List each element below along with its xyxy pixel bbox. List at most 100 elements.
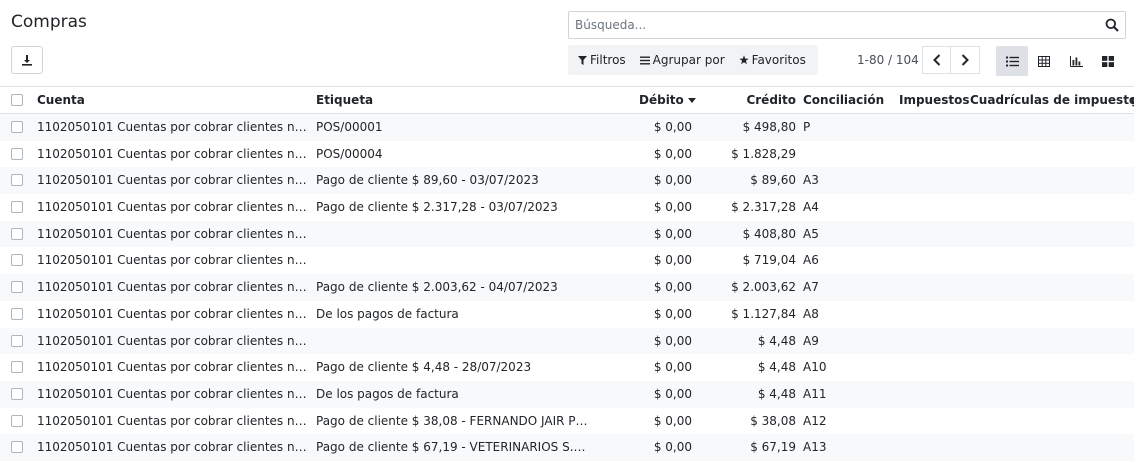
table-body: 1102050101 Cuentas por cobrar clientes n… bbox=[0, 114, 1134, 461]
cell-etiqueta: Pago de cliente $ 2.317,28 - 03/07/2023 bbox=[316, 200, 558, 215]
cell-debito: $ 0,00 bbox=[653, 360, 692, 375]
select-all-checkbox[interactable] bbox=[11, 94, 23, 106]
table-row[interactable]: 1102050101 Cuentas por cobrar clientes n… bbox=[0, 274, 1134, 301]
cell-conciliacion: A11 bbox=[803, 386, 827, 401]
cell-debito: $ 0,00 bbox=[653, 120, 692, 134]
pager-next-button[interactable] bbox=[951, 46, 980, 74]
table-row[interactable]: 1102050101 Cuentas por cobrar clientes n… bbox=[0, 408, 1134, 435]
cell-conciliacion: A3 bbox=[803, 173, 819, 188]
row-checkbox[interactable] bbox=[11, 121, 23, 133]
cell-cuenta: 1102050101 Cuentas por cobrar clientes n… bbox=[37, 120, 307, 134]
column-header-cuadriculas[interactable]: Cuadrículas de impuestos bbox=[970, 87, 1134, 114]
cell-credito: $ 38,08 bbox=[750, 413, 796, 428]
cell-conciliacion: A10 bbox=[803, 360, 827, 375]
cell-credito: $ 4,48 bbox=[757, 360, 796, 375]
cell-etiqueta: POS/00001 bbox=[316, 120, 383, 134]
sort-caret-icon bbox=[687, 98, 696, 103]
search-input[interactable] bbox=[569, 12, 1089, 38]
table-row[interactable]: 1102050101 Cuentas por cobrar clientes n… bbox=[0, 434, 1134, 461]
row-checkbox[interactable] bbox=[11, 307, 23, 320]
cell-credito: $ 2.003,62 bbox=[731, 280, 796, 295]
cell-debito: $ 0,00 bbox=[653, 253, 692, 268]
cell-conciliacion: P bbox=[803, 120, 811, 134]
table-row[interactable]: 1102050101 Cuentas por cobrar clientes n… bbox=[0, 220, 1134, 248]
cell-credito: $ 1.127,84 bbox=[731, 306, 796, 321]
cell-debito: $ 0,00 bbox=[653, 146, 692, 161]
pager-previous-button[interactable] bbox=[922, 46, 951, 74]
row-checkbox[interactable] bbox=[11, 254, 23, 267]
favorites-label: Favoritos bbox=[751, 53, 806, 67]
row-checkbox[interactable] bbox=[11, 201, 23, 214]
cell-credito: $ 719,04 bbox=[742, 253, 796, 268]
table-row[interactable]: 1102050101 Cuentas por cobrar clientes n… bbox=[0, 380, 1134, 408]
column-header-cuenta[interactable]: Cuenta bbox=[37, 87, 307, 114]
page-title: Compras bbox=[11, 12, 87, 32]
cell-etiqueta: De los pagos de factura bbox=[316, 306, 459, 321]
cell-credito: $ 4,48 bbox=[757, 333, 796, 348]
cell-conciliacion: A5 bbox=[803, 226, 819, 241]
row-checkbox[interactable] bbox=[11, 387, 23, 400]
cell-credito: $ 1.828,29 bbox=[731, 146, 796, 161]
group-by-button[interactable]: Agrupar por bbox=[635, 45, 730, 75]
column-header-conciliacion[interactable]: Conciliación bbox=[803, 87, 884, 114]
table-row[interactable]: 1102050101 Cuentas por cobrar clientes n… bbox=[0, 114, 1134, 141]
list-icon bbox=[1005, 56, 1019, 66]
cell-conciliacion: A7 bbox=[803, 280, 819, 295]
row-checkbox[interactable] bbox=[11, 361, 23, 374]
row-checkbox[interactable] bbox=[11, 334, 23, 347]
row-checkbox[interactable] bbox=[11, 147, 23, 160]
debito-header-label: Débito bbox=[639, 93, 684, 107]
row-checkbox[interactable] bbox=[11, 414, 23, 427]
filters-button[interactable]: Filtros bbox=[573, 45, 631, 75]
column-header-impuestos[interactable]: Impuestos bbox=[899, 87, 970, 114]
kanban-view-button[interactable] bbox=[1092, 46, 1124, 76]
journal-items-table: Cuenta Etiqueta Débito Crédito Conciliac… bbox=[0, 87, 1134, 461]
search-icon[interactable] bbox=[1105, 18, 1119, 32]
bar-chart-icon bbox=[1069, 55, 1083, 67]
cell-conciliacion: A9 bbox=[803, 333, 819, 348]
table-row[interactable]: 1102050101 Cuentas por cobrar clientes n… bbox=[0, 247, 1134, 274]
column-header-credito[interactable]: Crédito bbox=[746, 87, 796, 114]
cell-debito: $ 0,00 bbox=[653, 413, 692, 428]
view-switcher bbox=[996, 46, 1124, 76]
filter-icon bbox=[578, 55, 587, 65]
list-view-button[interactable] bbox=[996, 46, 1028, 76]
cell-credito: $ 2.317,28 bbox=[731, 200, 796, 215]
row-checkbox[interactable] bbox=[11, 227, 23, 240]
row-checkbox[interactable] bbox=[11, 174, 23, 187]
table-row[interactable]: 1102050101 Cuentas por cobrar clientes n… bbox=[0, 167, 1134, 195]
table-row[interactable]: 1102050101 Cuentas por cobrar clientes n… bbox=[0, 354, 1134, 381]
search-box bbox=[568, 11, 1126, 39]
group-by-label: Agrupar por bbox=[652, 53, 725, 67]
pager-value[interactable]: 1-80 / 104 bbox=[857, 53, 919, 67]
cell-cuenta: 1102050101 Cuentas por cobrar clientes n… bbox=[37, 173, 307, 188]
cell-debito: $ 0,00 bbox=[653, 173, 692, 188]
cell-cuenta: 1102050101 Cuentas por cobrar clientes n… bbox=[37, 280, 307, 295]
cell-debito: $ 0,00 bbox=[653, 226, 692, 241]
cell-etiqueta: Pago de cliente $ 67,19 - VETERINARIOS S… bbox=[316, 440, 588, 455]
cell-cuenta: 1102050101 Cuentas por cobrar clientes n… bbox=[37, 386, 307, 401]
table-row[interactable]: 1102050101 Cuentas por cobrar clientes n… bbox=[0, 141, 1134, 168]
cell-conciliacion: A6 bbox=[803, 253, 819, 268]
download-button[interactable] bbox=[11, 46, 43, 74]
cell-cuenta: 1102050101 Cuentas por cobrar clientes n… bbox=[37, 440, 307, 455]
pivot-view-button[interactable] bbox=[1028, 46, 1060, 76]
table-row[interactable]: 1102050101 Cuentas por cobrar clientes n… bbox=[0, 194, 1134, 221]
row-checkbox[interactable] bbox=[11, 441, 23, 454]
cell-cuenta: 1102050101 Cuentas por cobrar clientes n… bbox=[37, 360, 307, 375]
row-checkbox[interactable] bbox=[11, 281, 23, 294]
cell-etiqueta: Pago de cliente $ 89,60 - 03/07/2023 bbox=[316, 173, 539, 188]
cell-etiqueta: Pago de cliente $ 4,48 - 28/07/2023 bbox=[316, 360, 532, 375]
star-icon bbox=[738, 55, 749, 65]
cell-cuenta: 1102050101 Cuentas por cobrar clientes n… bbox=[37, 226, 307, 241]
column-header-etiqueta[interactable]: Etiqueta bbox=[316, 87, 588, 114]
cell-etiqueta: Pago de cliente $ 38,08 - FERNANDO JAIR … bbox=[316, 413, 588, 428]
graph-view-button[interactable] bbox=[1060, 46, 1092, 76]
table-row[interactable]: 1102050101 Cuentas por cobrar clientes n… bbox=[0, 327, 1134, 355]
table-row[interactable]: 1102050101 Cuentas por cobrar clientes n… bbox=[0, 301, 1134, 328]
column-header-debito[interactable]: Débito bbox=[639, 87, 696, 114]
favorites-button[interactable]: Favoritos bbox=[734, 45, 811, 75]
cell-credito: $ 408,80 bbox=[742, 226, 796, 241]
cell-debito: $ 0,00 bbox=[653, 386, 692, 401]
cell-conciliacion: A13 bbox=[803, 440, 827, 455]
